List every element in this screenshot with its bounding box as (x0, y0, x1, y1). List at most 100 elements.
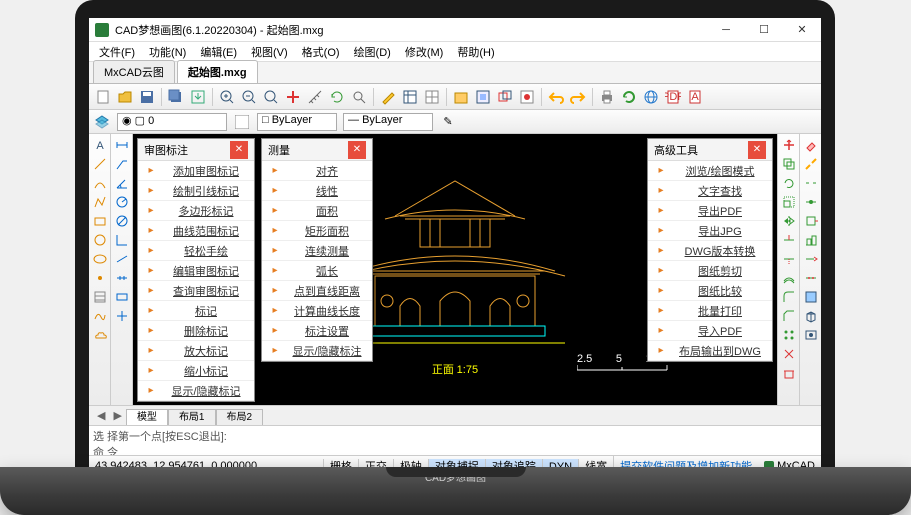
menu-item[interactable]: 视图(V) (245, 42, 294, 62)
cloud-icon[interactable] (91, 326, 109, 344)
spline-icon[interactable] (91, 307, 109, 325)
layers-icon[interactable] (93, 113, 111, 131)
globe-icon[interactable] (641, 87, 661, 107)
join-icon[interactable] (802, 193, 820, 211)
continue-dim-icon[interactable] (113, 269, 131, 287)
drawing-canvas[interactable]: 正面 1:75 2.5517.5 审图标注✕ ▸添加审图标记▸绘制引线标记▸多边… (133, 134, 777, 405)
linetype-edit-icon[interactable]: ✎ (439, 113, 457, 131)
panel-item[interactable]: ▸导入PDF (648, 321, 772, 341)
panel-item[interactable]: ▸查询审图标记 (138, 281, 254, 301)
angle-icon[interactable] (113, 174, 131, 192)
redo-icon[interactable] (568, 87, 588, 107)
panel-item[interactable]: ▸布局输出到DWG (648, 341, 772, 361)
divide-icon[interactable] (802, 269, 820, 287)
panel-item[interactable]: ▸图纸比较 (648, 281, 772, 301)
close-icon[interactable]: ✕ (748, 141, 766, 159)
pan-icon[interactable] (283, 87, 303, 107)
move-icon[interactable] (780, 136, 798, 154)
panel-item[interactable]: ▸DWG版本转换 (648, 241, 772, 261)
menu-item[interactable]: 帮助(H) (451, 42, 500, 62)
measure-icon[interactable] (305, 87, 325, 107)
panel-item[interactable]: ▸显示/隐藏标注 (262, 341, 372, 361)
copy-icon[interactable] (780, 155, 798, 173)
fillet-icon[interactable] (780, 288, 798, 306)
dimension-icon[interactable] (113, 136, 131, 154)
radius-icon[interactable] (113, 193, 131, 211)
zoom-in-icon[interactable] (217, 87, 237, 107)
panel-item[interactable]: ▸缩小标记 (138, 361, 254, 381)
line-icon[interactable] (91, 155, 109, 173)
zoom-out-icon[interactable] (239, 87, 259, 107)
export-icon[interactable] (188, 87, 208, 107)
panel-item[interactable]: ▸多边形标记 (138, 201, 254, 221)
pdf-icon[interactable]: PDF (663, 87, 683, 107)
circle-icon[interactable] (91, 231, 109, 249)
rect-icon[interactable] (91, 212, 109, 230)
panel-item[interactable]: ▸删除标记 (138, 321, 254, 341)
open-file-icon[interactable] (115, 87, 135, 107)
panel-item[interactable]: ▸连续测量 (262, 241, 372, 261)
panel-item[interactable]: ▸计算曲线长度 (262, 301, 372, 321)
table-icon[interactable] (422, 87, 442, 107)
tab-scroll-left[interactable]: ◀ (93, 409, 109, 422)
center-mark-icon[interactable] (113, 307, 131, 325)
print-icon[interactable] (597, 87, 617, 107)
layout-tab[interactable]: 布局1 (168, 409, 216, 426)
group-icon[interactable] (495, 87, 515, 107)
panel-item[interactable]: ▸导出PDF (648, 201, 772, 221)
stretch-icon[interactable] (802, 212, 820, 230)
new-file-icon[interactable] (93, 87, 113, 107)
erase-icon[interactable] (780, 364, 798, 382)
3d-icon[interactable] (802, 307, 820, 325)
pencil-icon[interactable] (378, 87, 398, 107)
array-icon[interactable] (780, 326, 798, 344)
color-select[interactable]: □ ByLayer (257, 113, 337, 131)
search-icon[interactable] (349, 87, 369, 107)
refresh-icon[interactable] (619, 87, 639, 107)
panel-item[interactable]: ▸批量打印 (648, 301, 772, 321)
leader-icon[interactable] (113, 155, 131, 173)
zoom-extents-icon[interactable] (261, 87, 281, 107)
panel-item[interactable]: ▸矩形面积 (262, 221, 372, 241)
view-icon[interactable] (802, 326, 820, 344)
rotate-tool-icon[interactable] (780, 174, 798, 192)
panel-item[interactable]: ▸添加审图标记 (138, 161, 254, 181)
eraser-icon[interactable] (802, 136, 820, 154)
polyline-icon[interactable] (91, 193, 109, 211)
block-icon[interactable] (473, 87, 493, 107)
layout-tab[interactable]: 布局2 (216, 409, 264, 426)
close-icon[interactable]: ✕ (348, 141, 366, 159)
panel-item[interactable]: ▸点到直线距离 (262, 281, 372, 301)
arc-icon[interactable] (91, 174, 109, 192)
panel-item[interactable]: ▸图纸剪切 (648, 261, 772, 281)
panel-item[interactable]: ▸线性 (262, 181, 372, 201)
panel-item[interactable]: ▸浏览/绘图模式 (648, 161, 772, 181)
chamfer-icon[interactable] (780, 307, 798, 325)
panel-item[interactable]: ▸文字查找 (648, 181, 772, 201)
panel-item[interactable]: ▸对齐 (262, 161, 372, 181)
align-icon[interactable] (802, 231, 820, 249)
align-dim-icon[interactable] (113, 250, 131, 268)
point-icon[interactable] (91, 269, 109, 287)
tab-scroll-right[interactable]: ▶ (109, 409, 125, 422)
offset-icon[interactable] (780, 269, 798, 287)
panel-item[interactable]: ▸绘制引线标记 (138, 181, 254, 201)
layer-select[interactable]: ◉ ▢ 0 (117, 113, 227, 131)
panel-item[interactable]: ▸编辑审图标记 (138, 261, 254, 281)
menu-item[interactable]: 绘图(D) (348, 42, 397, 62)
dwg-icon[interactable]: A (685, 87, 705, 107)
block-edit-icon[interactable] (802, 288, 820, 306)
lineweight-select[interactable]: — ByLayer (343, 113, 433, 131)
panel-item[interactable]: ▸放大标记 (138, 341, 254, 361)
document-tab[interactable]: 起始图.mxg (177, 60, 258, 83)
properties-icon[interactable] (400, 87, 420, 107)
panel-item[interactable]: ▸弧长 (262, 261, 372, 281)
document-tab[interactable]: MxCAD云图 (93, 60, 175, 83)
maximize-button[interactable]: ☐ (751, 20, 777, 40)
menu-item[interactable]: 文件(F) (93, 42, 141, 62)
hatch-icon[interactable] (91, 288, 109, 306)
extend-icon[interactable] (780, 250, 798, 268)
color-icon[interactable] (233, 113, 251, 131)
layer-icon[interactable] (451, 87, 471, 107)
save-icon[interactable] (137, 87, 157, 107)
